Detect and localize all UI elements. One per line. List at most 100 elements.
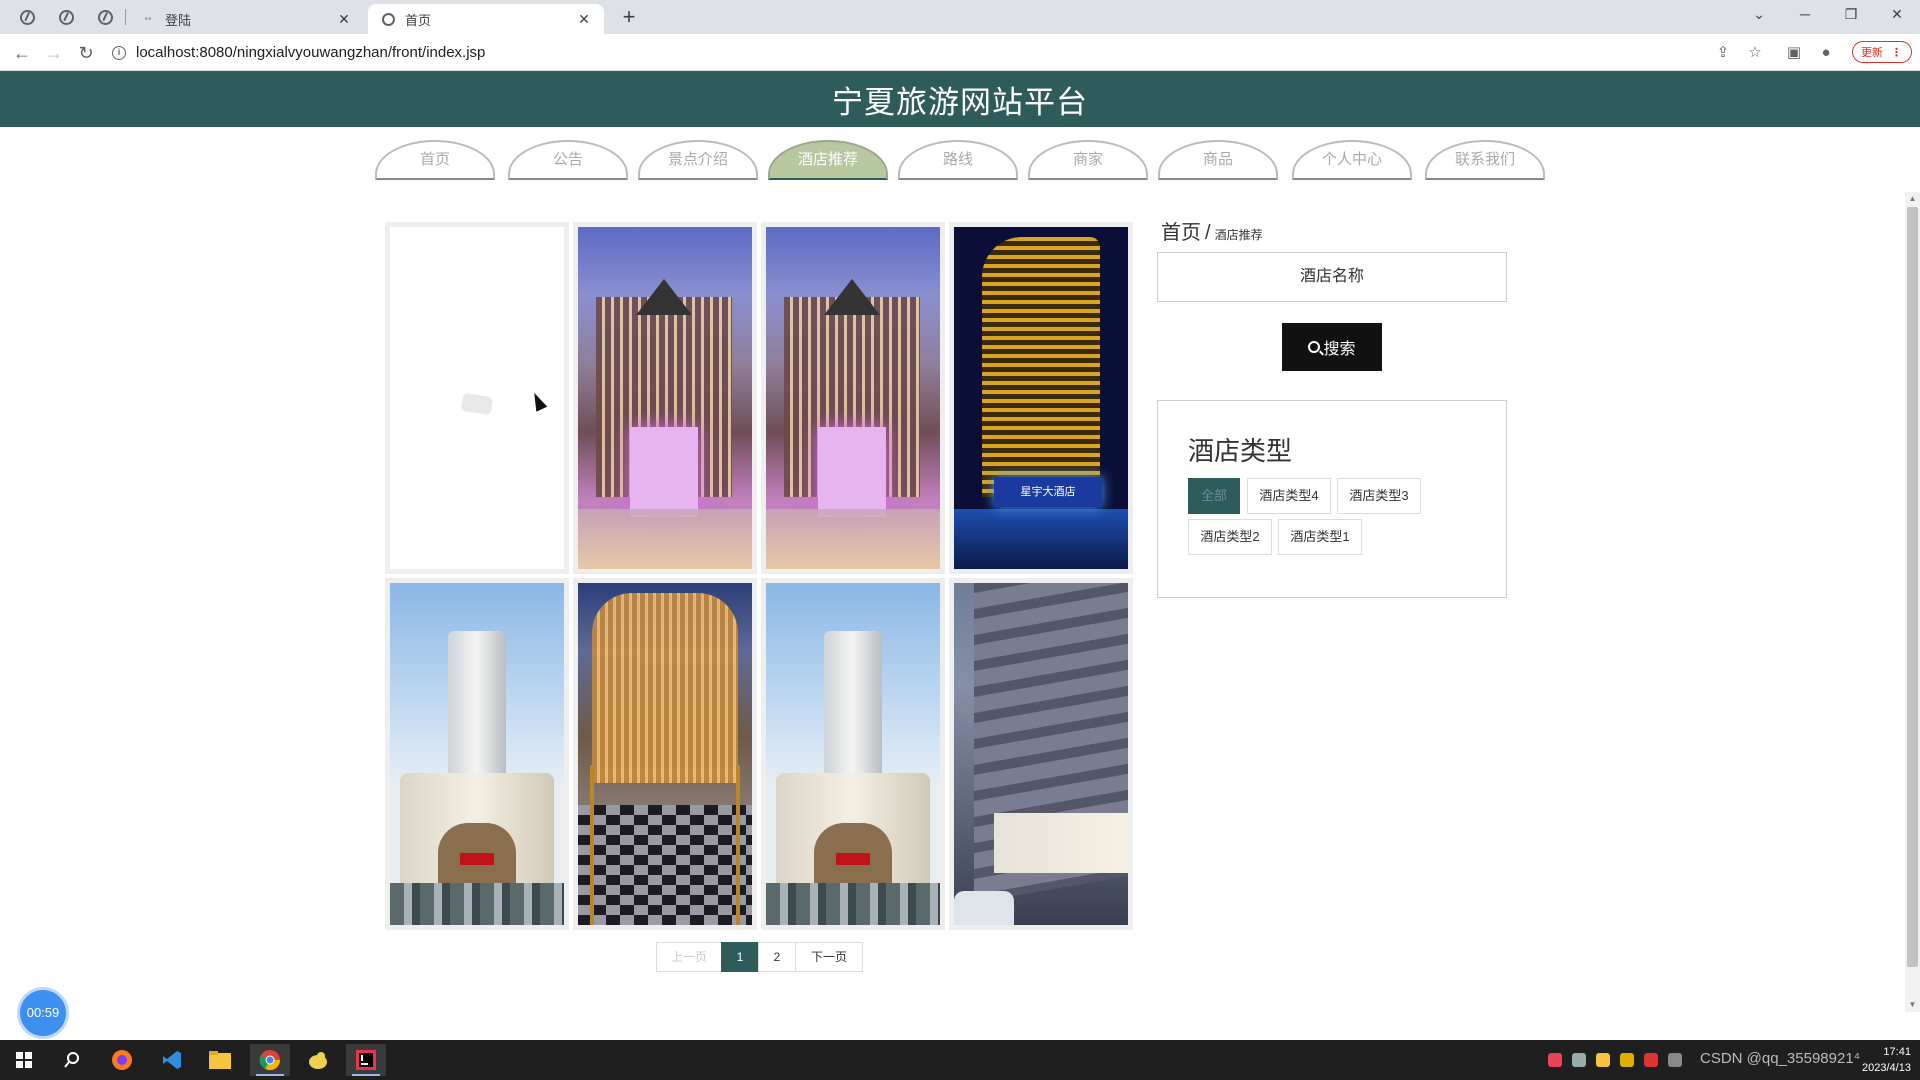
globe-icon — [380, 11, 396, 27]
breadcrumb: 首页 / 酒店推荐 — [1161, 216, 1263, 245]
hotel-card[interactable]: 星宇大酒店 — [949, 222, 1133, 574]
close-icon[interactable]: ✕ — [336, 11, 352, 28]
tab-search-icon[interactable]: ⌄ — [1736, 0, 1782, 30]
hotel-image — [578, 583, 752, 925]
type-chip-1[interactable]: 酒店类型1 — [1278, 519, 1362, 555]
forward-arrow-icon[interactable]: → — [40, 39, 68, 67]
next-page-button[interactable]: 下一页 — [795, 942, 863, 972]
chrome-icon[interactable] — [250, 1044, 290, 1076]
taskbar-clock[interactable]: 17:41 2023/4/13 — [1862, 1044, 1911, 1076]
hotel-image: 星宇大酒店 — [954, 227, 1128, 569]
site-header: 宁夏旅游网站平台 — [0, 71, 1920, 127]
update-button[interactable]: 更新 ⋮ — [1852, 41, 1912, 63]
hotel-image — [766, 583, 940, 925]
site-title: 宁夏旅游网站平台 — [832, 84, 1088, 120]
type-chip-3[interactable]: 酒店类型3 — [1337, 478, 1421, 514]
hotel-image — [954, 583, 1128, 925]
pinned-tab[interactable] — [14, 6, 40, 28]
nav-notice[interactable]: 公告 — [508, 140, 628, 180]
hotel-name-search-input[interactable] — [1157, 252, 1507, 302]
tray-app-icon[interactable] — [1644, 1053, 1658, 1067]
hotel-sign: 星宇大酒店 — [994, 477, 1102, 507]
shield-icon[interactable] — [1620, 1053, 1634, 1067]
pinned-tab[interactable] — [53, 6, 79, 28]
side-panel-icon[interactable]: ▣ — [1784, 43, 1804, 63]
hotel-card[interactable] — [761, 222, 945, 574]
search-button[interactable]: 搜索 — [1282, 323, 1382, 371]
back-arrow-icon[interactable]: ← — [8, 39, 36, 67]
prev-page-button[interactable]: 上一页 — [656, 942, 722, 972]
update-label: 更新 — [1861, 47, 1883, 59]
nav-hotels[interactable]: 酒店推荐 — [768, 140, 888, 180]
search-button-label: 搜索 — [1323, 341, 1356, 358]
type-chip-all[interactable]: 全部 — [1188, 478, 1240, 514]
minimize-button[interactable]: ─ — [1782, 0, 1828, 30]
system-tray — [1548, 1040, 1692, 1080]
pinned-tab[interactable] — [92, 6, 118, 28]
nav-profile[interactable]: 个人中心 — [1292, 140, 1412, 180]
file-explorer-icon[interactable] — [200, 1044, 240, 1076]
scroll-up-arrow-icon[interactable]: ▲ — [1905, 192, 1920, 206]
hotel-card[interactable] — [949, 578, 1133, 930]
recording-timer[interactable]: 00:59 — [20, 990, 66, 1036]
hotel-card[interactable] — [761, 578, 945, 930]
scroll-down-arrow-icon[interactable]: ▼ — [1905, 998, 1920, 1012]
globe-icon — [97, 9, 113, 25]
tray-app-icon[interactable] — [1596, 1053, 1610, 1067]
new-tab-button[interactable]: + — [615, 4, 643, 32]
tray-watermark: CSDN @qq_35598921⁴ — [1700, 1050, 1861, 1067]
windows-start-icon[interactable] — [4, 1044, 44, 1076]
info-icon[interactable]: i — [112, 45, 126, 60]
type-chip-2[interactable]: 酒店类型2 — [1188, 519, 1272, 555]
close-window-button[interactable]: ✕ — [1874, 0, 1920, 30]
page-2-button[interactable]: 2 — [758, 942, 796, 972]
intellij-icon[interactable] — [346, 1044, 386, 1076]
hotel-image — [578, 227, 752, 569]
firefox-icon[interactable] — [102, 1044, 142, 1076]
tray-app-icon[interactable] — [1668, 1053, 1682, 1067]
nav-routes[interactable]: 路线 — [898, 140, 1018, 180]
page-1-button[interactable]: 1 — [721, 942, 759, 972]
address-bar-row: ← → ↻ i localhost:8080/ningxialvyouwangz… — [0, 34, 1920, 71]
close-icon[interactable]: ✕ — [576, 11, 592, 28]
profile-icon[interactable]: ● — [1816, 43, 1836, 63]
url-field[interactable]: i localhost:8080/ningxialvyouwangzhan/fr… — [112, 38, 1712, 67]
app-duck-icon[interactable] — [298, 1044, 338, 1076]
tab-home[interactable]: 首页 ✕ — [368, 4, 604, 34]
url-text: localhost:8080/ningxialvyouwangzhan/fron… — [136, 44, 486, 61]
hotel-card[interactable] — [573, 222, 757, 574]
share-icon[interactable]: ⇪ — [1713, 43, 1733, 63]
hotel-image — [390, 583, 564, 925]
tray-app-icon[interactable] — [1572, 1053, 1586, 1067]
reload-icon[interactable]: ↻ — [72, 39, 100, 67]
hotel-card[interactable] — [573, 578, 757, 930]
nav-contact[interactable]: 联系我们 — [1425, 140, 1545, 180]
search-icon[interactable] — [52, 1044, 92, 1076]
hotel-card[interactable] — [385, 578, 569, 930]
tab-separator — [125, 9, 126, 25]
nav-home[interactable]: 首页 — [375, 140, 495, 180]
clock-time: 17:41 — [1883, 1046, 1911, 1058]
globe-icon — [19, 9, 35, 25]
scrollbar-thumb[interactable] — [1907, 207, 1918, 967]
tray-app-icon[interactable] — [1548, 1053, 1562, 1067]
tab-login[interactable]: •• 登陆 ✕ — [128, 4, 364, 34]
breadcrumb-current: 酒店推荐 — [1214, 228, 1263, 242]
hotel-type-panel: 酒店类型 全部 酒店类型4 酒店类型3 酒店类型2 酒店类型1 — [1157, 400, 1507, 598]
globe-icon — [58, 9, 74, 25]
breadcrumb-home[interactable]: 首页 — [1161, 222, 1201, 244]
breadcrumb-separator: / — [1205, 222, 1211, 244]
type-chip-4[interactable]: 酒店类型4 — [1247, 478, 1331, 514]
bookmark-star-icon[interactable]: ☆ — [1745, 43, 1765, 63]
kebab-menu-icon: ⋮ — [1891, 46, 1902, 59]
tab-label: 登陆 — [165, 12, 192, 28]
hotel-image — [766, 227, 940, 569]
nav-merchants[interactable]: 商家 — [1028, 140, 1148, 180]
clock-date: 2023/4/13 — [1862, 1062, 1911, 1074]
restore-button[interactable]: ❐ — [1828, 0, 1874, 30]
nav-products[interactable]: 商品 — [1158, 140, 1278, 180]
nav-attractions[interactable]: 景点介绍 — [638, 140, 758, 180]
vscode-icon[interactable] — [152, 1044, 192, 1076]
browser-tab-bar: •• 登陆 ✕ 首页 ✕ + ⌄ ─ ❐ ✕ — [0, 0, 1920, 34]
tab-label: 首页 — [405, 12, 432, 28]
